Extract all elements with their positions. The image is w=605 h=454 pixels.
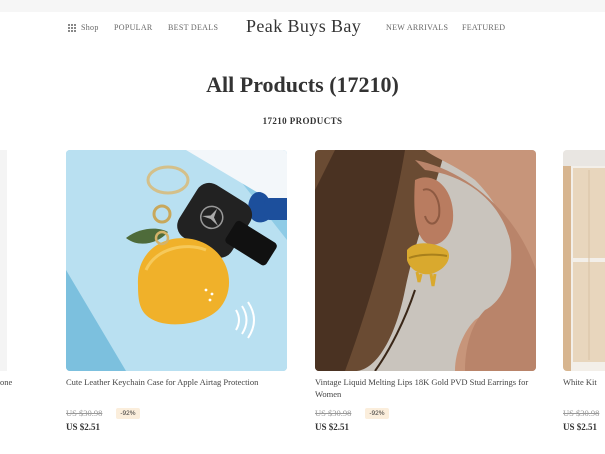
product-title[interactable]: Vintage Liquid Melting Lips 18K Gold PVD… <box>315 376 536 400</box>
sale-price: US $2.51 <box>66 422 101 432</box>
earring-image <box>315 150 536 371</box>
partial-product-image[interactable] <box>0 150 7 371</box>
kitchen-image <box>563 150 605 371</box>
sale-price: US $2.51 <box>563 422 598 432</box>
nav-popular[interactable]: POPULAR <box>114 23 153 32</box>
main-nav: Shop POPULAR BEST DEALS Peak Buys Bay NE… <box>0 12 605 46</box>
page-title: All Products (17210) <box>0 72 605 98</box>
product-title[interactable]: Cute Leather Keychain Case for Apple Air… <box>66 376 287 400</box>
nav-shop[interactable]: Shop <box>81 23 99 32</box>
price-row: US $30.98 -92% <box>66 404 287 420</box>
top-strip <box>0 0 605 12</box>
page-title-main: All Products <box>206 72 324 97</box>
discount-badge: -92% <box>116 407 140 419</box>
product-card[interactable]: White Kit US $30.98 US $2.51 <box>563 150 605 432</box>
product-card[interactable]: Vintage Liquid Melting Lips 18K Gold PVD… <box>315 150 536 432</box>
original-price: US $30.98 <box>563 408 600 419</box>
sale-price: US $2.51 <box>315 422 350 432</box>
product-card[interactable]: Cute Leather Keychain Case for Apple Air… <box>66 150 287 432</box>
product-image[interactable] <box>66 150 287 371</box>
grid-icon[interactable] <box>68 24 76 32</box>
original-price: US $30.98 <box>66 408 103 419</box>
product-count: 17210 PRODUCTS <box>262 116 343 126</box>
product-image[interactable] <box>563 150 605 371</box>
price-row: US $30.98 -92% <box>315 404 536 420</box>
discount-badge: -92% <box>365 407 389 419</box>
product-title[interactable]: White Kit <box>563 376 605 400</box>
nav-featured[interactable]: FEATURED <box>462 23 505 32</box>
original-price: US $30.98 <box>315 408 352 419</box>
nav-new-arrivals[interactable]: NEW ARRIVALS <box>386 23 448 32</box>
nav-best-deals[interactable]: BEST DEALS <box>168 23 218 32</box>
partial-product-title[interactable]: one <box>0 377 12 387</box>
brand-logo[interactable]: Peak Buys Bay <box>246 16 361 37</box>
price-row: US $30.98 <box>563 404 605 420</box>
product-image[interactable] <box>315 150 536 371</box>
keychain-image <box>66 150 287 371</box>
page-title-count: (17210) <box>329 72 399 97</box>
